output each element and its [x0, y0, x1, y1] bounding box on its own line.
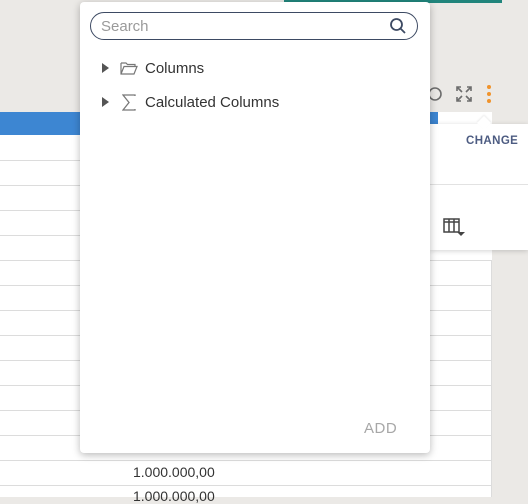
tree-item-label: Columns: [145, 59, 205, 77]
fullscreen-icon[interactable]: [454, 84, 474, 104]
tree-item-label: Calculated Columns: [145, 93, 280, 111]
table-row-divider: [0, 460, 492, 461]
expand-arrow-icon[interactable]: [102, 63, 109, 73]
add-button[interactable]: ADD: [364, 420, 397, 437]
tree-item-columns[interactable]: Columns: [102, 56, 402, 80]
more-menu-icon[interactable]: [482, 84, 496, 104]
search-input[interactable]: [101, 17, 381, 35]
tree-item-calculated-columns[interactable]: Calculated Columns: [102, 90, 402, 114]
table-column-divider: [491, 260, 492, 497]
search-icon[interactable]: [389, 17, 407, 40]
table-row-divider: [0, 485, 492, 486]
search-box: [90, 12, 418, 40]
sigma-icon: [119, 93, 139, 111]
divider: [430, 184, 528, 185]
table-cell-value: 1.000.000,00: [133, 488, 215, 504]
add-column-popup: Columns Calculated Columns ADD: [80, 2, 430, 453]
change-button[interactable]: CHANGE: [466, 135, 518, 147]
expand-arrow-icon[interactable]: [102, 97, 109, 107]
columns-dropdown-icon[interactable]: [442, 217, 466, 242]
column-settings-panel: CHANGE: [422, 115, 528, 250]
folder-icon: [119, 59, 139, 77]
table-cell-value: 1.000.000,00: [133, 464, 215, 480]
